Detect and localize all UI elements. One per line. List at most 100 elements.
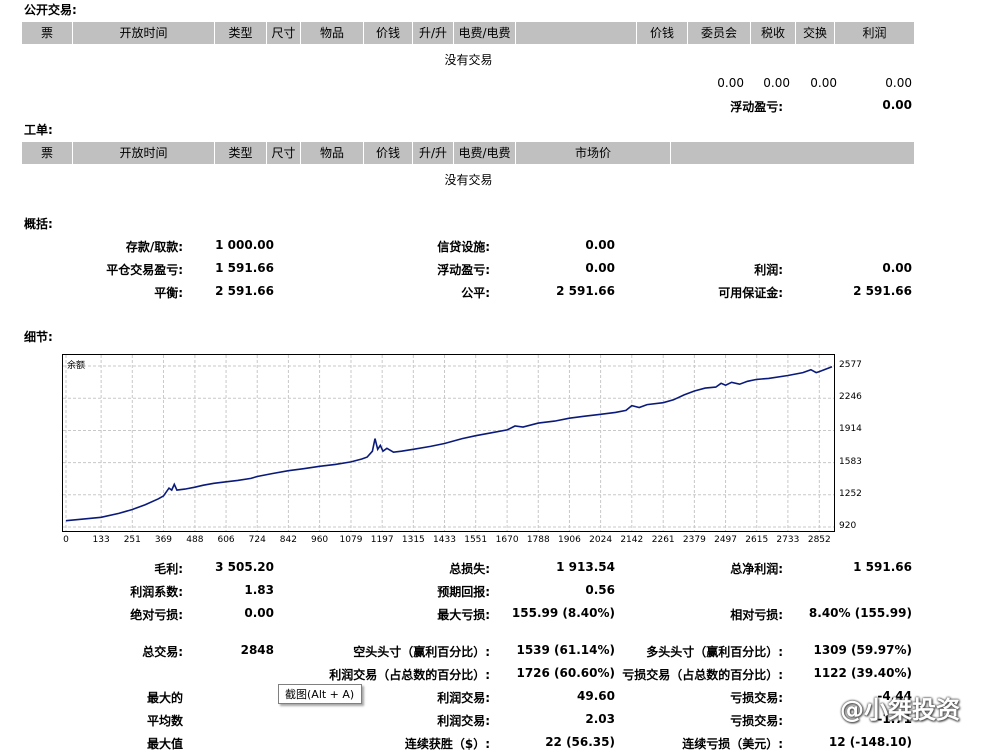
header-cell[interactable]: 电费/电费 [454,142,516,164]
header-cell[interactable]: 税收 [751,22,796,44]
y-tick-label: 2246 [839,392,862,403]
header-cell[interactable]: 开放时间 [73,22,215,44]
header-cell[interactable]: 交换 [796,22,835,44]
stat-label: 毛利: [154,562,183,576]
stat-label: 总损失: [449,562,490,576]
header-cell[interactable]: 开放时间 [73,142,215,164]
x-tick-label: 1551 [464,535,488,545]
stat-label: 总交易: [142,645,183,659]
open-total-value: 0.00 [717,76,744,90]
x-tick-label: 1670 [495,535,519,545]
floating-value: 0.00 [882,98,912,112]
stat-label: 公平: [461,286,490,300]
balance-line [65,365,833,522]
open-trades-header: 票开放时间 类型 尺寸 物品 价钱 升/升 电费/电费 价钱 委员会 税收 交换 利润 [22,22,915,44]
header-cell[interactable]: 价钱 [364,22,413,44]
y-tick-label: 920 [839,521,857,531]
stat-label: 利润: [754,263,783,277]
header-cell[interactable] [671,142,915,164]
header-cell[interactable]: 类型 [215,22,267,44]
open-total-value: 0.00 [763,76,790,90]
open-total-value: 0.00 [885,76,912,90]
x-tick-label: 2142 [620,535,644,545]
stat-label: 利润系数: [130,585,183,599]
open-total-value: 0.00 [810,76,837,90]
stat-value: 0.00 [882,261,912,275]
stat-value: 2 591.66 [853,284,912,298]
header-cell[interactable]: 价钱 [364,142,413,164]
x-tick-label: 2852 [807,535,831,545]
header-cell[interactable]: 物品 [301,22,364,44]
balance-chart: 余额 [62,354,835,532]
x-tick-label: 1079 [339,535,363,545]
stat-label: 平仓交易盈亏: [106,263,183,277]
header-cell[interactable]: 物品 [301,142,364,164]
stat-label: 总净利润: [730,562,783,576]
header-cell[interactable]: 价钱 [637,22,688,44]
header-cell[interactable]: 升/升 [413,22,454,44]
x-tick-label: 1197 [370,535,394,545]
stat-value: 12 (-148.10) [828,735,912,749]
stat-value: 1309 (59.97%) [813,643,912,657]
stat-label: 连续获胜（$）: [404,737,490,751]
x-tick-label: 488 [186,535,204,545]
stat-label: 最大的 [146,691,183,705]
x-tick-label: 2379 [682,535,706,545]
header-cell[interactable]: 市场价 [516,142,671,164]
x-tick-label: 1433 [433,535,456,545]
open-no-trades: 没有交易 [444,53,493,67]
header-cell[interactable]: 票 [22,22,73,44]
stat-label: 连续亏损（美元）: [682,737,783,751]
stat-value: 0.56 [585,583,615,597]
stat-label: 亏损交易（占总数的百分比）: [622,668,783,682]
x-tick-label: 606 [217,535,235,545]
stat-label: 浮动盈亏: [437,263,490,277]
stat-label: 亏损交易: [730,714,783,728]
stat-label: 相对亏损: [730,608,783,622]
header-cell[interactable]: 利润 [835,22,915,44]
x-tick-label: 0 [63,535,69,545]
stat-label: 平均数 [146,714,183,728]
x-tick-label: 2261 [651,535,675,545]
stat-value: 1 591.66 [853,560,912,574]
x-tick-label: 251 [123,535,141,545]
stat-value: 1122 (39.40%) [813,666,912,680]
stat-label: 多头头寸（赢利百分比）: [646,645,783,659]
header-cell[interactable]: 委员会 [688,22,751,44]
x-tick-label: 2615 [745,535,769,545]
screenshot-tooltip: 截图(Alt + A) [278,684,362,704]
section-orders: 工单: [24,123,53,137]
stat-label: 绝对亏损: [130,608,183,622]
orders-no-trades: 没有交易 [444,173,493,187]
floating-label: 浮动盈亏: [730,100,783,114]
header-cell[interactable]: 尺寸 [267,22,301,44]
stat-label: 空头头寸（赢利百分比）: [353,645,490,659]
y-tick-label: 1252 [839,488,862,499]
stat-value: 8.40% (155.99) [808,606,912,620]
x-tick-label: 842 [279,535,297,545]
x-tick-label: 960 [310,535,329,545]
header-cell[interactable]: 电费/电费 [454,22,516,44]
y-tick-label: 1583 [839,456,862,467]
x-tick-label: 1788 [526,535,550,545]
y-tick-label: 1914 [839,424,862,435]
x-tick-label: 2733 [776,535,800,545]
stat-label: 最大亏损: [437,608,490,622]
stat-label: 存款/取款: [125,240,183,254]
y-tick-label: 2577 [839,360,862,371]
section-open-trades: 公开交易: [24,3,77,17]
header-cell[interactable]: 票 [22,142,73,164]
header-cell[interactable] [516,22,637,44]
stat-label: 可用保证金: [718,286,783,300]
orders-header: 票开放时间 类型 尺寸 物品 价钱 升/升 电费/电费 市场价 [22,142,915,164]
header-cell[interactable]: 尺寸 [267,142,301,164]
header-cell[interactable]: 升/升 [413,142,454,164]
chart-title: 余额 [67,361,86,371]
x-tick-label: 1315 [401,535,425,545]
watermark: @小桀投资 [840,696,960,724]
x-tick-label: 133 [92,535,110,545]
section-details: 细节: [24,330,53,344]
stat-label: 利润交易（占总数的百分比）: [329,668,490,682]
header-cell[interactable]: 类型 [215,142,267,164]
stat-value: 0.00 [585,238,615,252]
